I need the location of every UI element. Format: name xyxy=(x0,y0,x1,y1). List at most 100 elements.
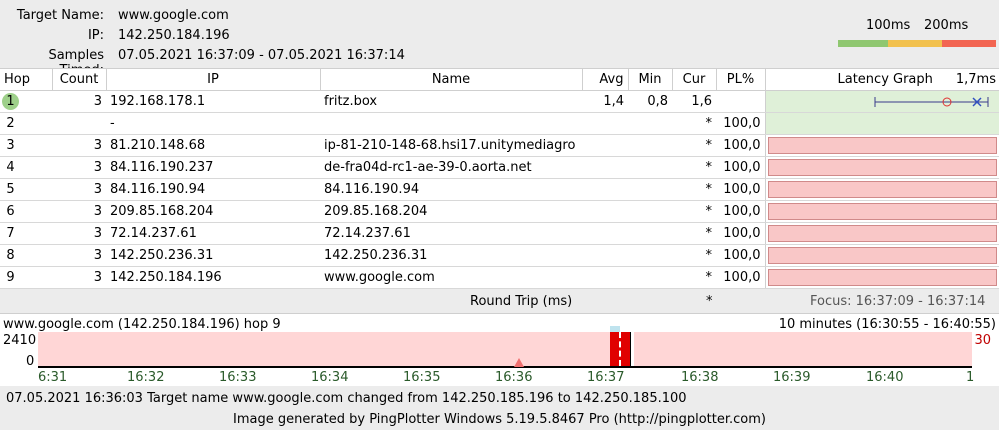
table-row[interactable]: 3 3 81.210.148.68 ip-81-210-148-68.hsi17.un… xyxy=(0,134,999,157)
pl-cell: 100,0 xyxy=(716,266,765,289)
packet-loss-bar xyxy=(767,225,997,242)
latency-graph-cell[interactable] xyxy=(764,112,999,135)
avg-cell xyxy=(582,200,628,223)
time-tick: 6:31 xyxy=(38,370,68,385)
pl-cell: 100,0 xyxy=(716,244,765,267)
pl-cell-text: 100,0 xyxy=(723,270,761,285)
name-cell-text: 142.250.236.31 xyxy=(324,248,428,263)
table-row[interactable]: 1 3 192.168.178.1 fritz.box 1,4 0,8 1,6 xyxy=(0,90,999,113)
cur-cell-text: * xyxy=(705,182,713,197)
generated-by: Image generated by PingPlotter Windows 5… xyxy=(233,412,766,427)
col-pl[interactable]: PL% xyxy=(716,68,766,91)
packet-loss-bar xyxy=(767,181,997,198)
latency-graph-cell[interactable] xyxy=(764,266,999,289)
cur-cell-text: * xyxy=(705,248,713,263)
col-latency-graph[interactable]: Latency Graph 1,7ms xyxy=(765,68,999,91)
name-cell: 72.14.237.61 xyxy=(320,222,582,245)
latency-graph-cell[interactable] xyxy=(764,244,999,267)
table-row[interactable]: 9 3 142.250.184.196 www.google.com * 100,0 xyxy=(0,266,999,289)
ip-cell-text: 84.116.190.94 xyxy=(110,182,206,197)
summary-header: Target Name: www.google.com IP: 142.250.… xyxy=(0,0,999,78)
timeline-graph[interactable]: www.google.com (142.250.184.196) hop 9 1… xyxy=(0,313,999,386)
count-cell-text: 3 xyxy=(93,160,102,175)
ip-label: IP: xyxy=(87,28,104,43)
scale-100-label: 100ms xyxy=(866,18,911,33)
pl-cell xyxy=(716,90,765,113)
min-cell xyxy=(628,134,672,157)
cur-cell-text: * xyxy=(705,226,713,241)
latency-graph-cell[interactable] xyxy=(764,178,999,201)
avg-cell xyxy=(582,156,628,179)
ip-cell: 72.14.237.61 xyxy=(106,222,320,245)
focus-marker xyxy=(619,332,621,366)
latency-graph-cell[interactable] xyxy=(764,200,999,223)
time-tick: 16:40 xyxy=(866,370,904,385)
col-count[interactable]: Count xyxy=(52,68,107,91)
min-cell: 0,8 xyxy=(628,90,672,113)
time-tick: 16:36 xyxy=(495,370,533,385)
col-avg[interactable]: Avg xyxy=(582,68,629,91)
avg-cell xyxy=(582,112,628,135)
name-cell-text: fritz.box xyxy=(324,94,378,109)
min-cell-text: 0,8 xyxy=(647,94,668,109)
hop-number: 6 xyxy=(6,204,15,219)
table-row[interactable]: 2 - * 100,0 xyxy=(0,112,999,135)
min-cell xyxy=(628,178,672,201)
ip-cell-text: 142.250.236.31 xyxy=(110,248,214,263)
count-cell xyxy=(52,112,106,135)
hop-cell: 4 xyxy=(0,156,52,179)
hop-number: 5 xyxy=(6,182,15,197)
count-cell: 3 xyxy=(52,178,106,201)
event-log: 07.05.2021 16:36:03 Target name www.goog… xyxy=(6,391,687,406)
hop-number: 1 xyxy=(2,93,19,110)
name-cell-text: www.google.com xyxy=(324,270,435,285)
table-row[interactable]: 6 3 209.85.168.204 209.85.168.204 * 100,0 xyxy=(0,200,999,223)
ip-cell: 142.250.184.196 xyxy=(106,266,320,289)
hop-cell: 6 xyxy=(0,200,52,223)
table-row[interactable]: 4 3 84.116.190.237 de-fra04d-rc1-ae-39-0.ao… xyxy=(0,156,999,179)
col-min[interactable]: Min xyxy=(628,68,673,91)
right-axis-label: 30 xyxy=(974,333,991,348)
pl-cell: 100,0 xyxy=(716,156,765,179)
timeline-plot[interactable] xyxy=(38,326,972,368)
ip-cell-text: - xyxy=(110,116,115,131)
latency-graph-cell[interactable] xyxy=(764,156,999,179)
ip-cell: - xyxy=(106,112,320,135)
latency-graph-cell[interactable] xyxy=(764,222,999,245)
latency-graph-cell[interactable] xyxy=(764,134,999,157)
count-cell: 3 xyxy=(52,222,106,245)
pl-cell: 100,0 xyxy=(716,112,765,135)
event-marker-icon[interactable] xyxy=(514,358,524,367)
col-hop[interactable]: Hop xyxy=(0,68,53,91)
col-ip[interactable]: IP xyxy=(106,68,321,91)
ip-cell-text: 209.85.168.204 xyxy=(110,204,214,219)
cur-cell: * xyxy=(672,222,716,245)
name-cell: ip-81-210-148-68.hsi17.unitymediagro xyxy=(320,134,582,157)
packet-loss-bar xyxy=(767,203,997,220)
name-cell: de-fra04d-rc1-ae-39-0.aorta.net xyxy=(320,156,582,179)
pl-cell: 100,0 xyxy=(716,200,765,223)
gap-line xyxy=(630,332,634,366)
table-row[interactable]: 7 3 72.14.237.61 72.14.237.61 * 100,0 xyxy=(0,222,999,245)
latency-ok-bg xyxy=(766,113,999,134)
ip-cell-text: 192.168.178.1 xyxy=(110,94,206,109)
cur-cell-text: * xyxy=(705,116,713,131)
timeline-title: www.google.com (142.250.184.196) hop 9 xyxy=(3,317,281,332)
count-cell-text: 3 xyxy=(93,138,102,153)
packet-loss-bar xyxy=(767,159,997,176)
table-row[interactable]: 5 3 84.116.190.94 84.116.190.94 * 100,0 xyxy=(0,178,999,201)
avg-cell xyxy=(582,178,628,201)
timeline-range: 10 minutes (16:30:55 - 16:40:55) xyxy=(778,317,996,332)
count-cell-text: 3 xyxy=(93,94,102,109)
pl-cell-text: 100,0 xyxy=(723,204,761,219)
cur-cell-text: * xyxy=(705,160,713,175)
pl-cell-text: 100,0 xyxy=(723,138,761,153)
count-cell: 3 xyxy=(52,134,106,157)
time-tick: 16:39 xyxy=(773,370,811,385)
latency-graph-cell[interactable] xyxy=(764,90,999,113)
table-row[interactable]: 8 3 142.250.236.31 142.250.236.31 * 100,0 xyxy=(0,244,999,267)
time-tick: 1 xyxy=(966,370,975,385)
col-name[interactable]: Name xyxy=(320,68,583,91)
latency-plot xyxy=(874,97,988,107)
col-cur[interactable]: Cur xyxy=(672,68,717,91)
